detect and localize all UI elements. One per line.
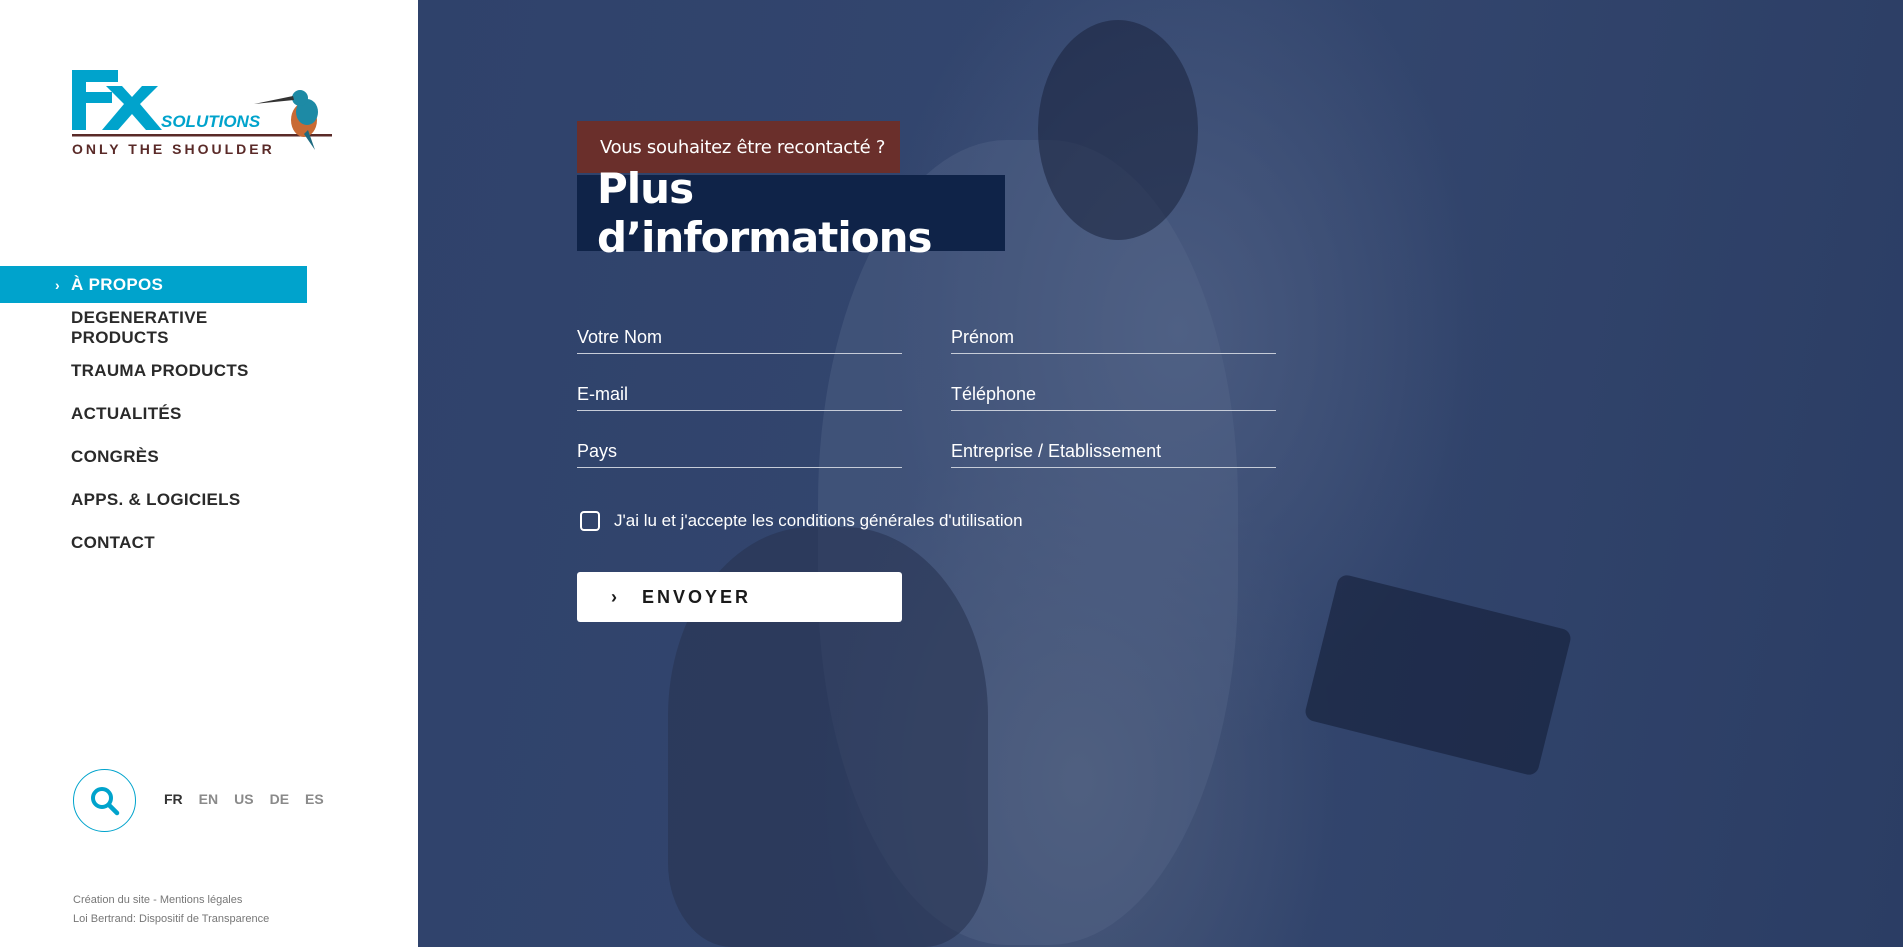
nav-item-a-propos[interactable]: › À PROPOS xyxy=(0,266,307,303)
background-photo-tablet xyxy=(1303,573,1573,777)
nav-item-degenerative-products[interactable]: DEGENERATIVE PRODUCTS xyxy=(0,306,307,349)
nav-label: ACTUALITÉS xyxy=(71,403,182,423)
terms-label: J'ai lu et j'accepte les conditions géné… xyxy=(614,511,1023,530)
svg-text:ONLY THE SHOULDER: ONLY THE SHOULDER xyxy=(72,141,275,157)
company-input[interactable] xyxy=(951,441,1276,462)
nav-label: CONTACT xyxy=(71,532,155,552)
footer: Création du site - Mentions légales Loi … xyxy=(73,891,269,929)
nav-label: À PROPOS xyxy=(71,274,164,294)
name-input[interactable] xyxy=(577,327,902,348)
name-field[interactable] xyxy=(577,324,902,354)
nav-item-congres[interactable]: CONGRÈS xyxy=(0,435,307,478)
search-button[interactable] xyxy=(73,769,136,832)
phone-field[interactable] xyxy=(951,381,1276,411)
svg-text:SOLUTIONS: SOLUTIONS xyxy=(161,112,261,131)
nav-item-trauma-products[interactable]: TRAUMA PRODUCTS xyxy=(0,349,307,392)
email-input[interactable] xyxy=(577,384,902,405)
sidebar: SOLUTIONS ONLY THE SHOULDER › À PROPOS DE… xyxy=(0,0,418,947)
terms-consent[interactable]: J'ai lu et j'accepte les conditions géné… xyxy=(580,511,1023,531)
country-input[interactable] xyxy=(577,441,902,462)
nav-item-contact[interactable]: CONTACT xyxy=(0,521,307,564)
logo[interactable]: SOLUTIONS ONLY THE SHOULDER xyxy=(72,70,336,160)
lang-fr[interactable]: FR xyxy=(164,791,183,807)
nav-label: TRAUMA PRODUCTS xyxy=(71,360,249,380)
nav-label: DEGENERATIVE PRODUCTS xyxy=(71,307,208,347)
footer-legal-link[interactable]: Création du site - Mentions légales xyxy=(73,891,269,910)
nav-item-apps-logiciels[interactable]: APPS. & LOGICIELS xyxy=(0,478,307,521)
lang-de[interactable]: DE xyxy=(270,791,289,807)
footer-transparency-link[interactable]: Loi Bertrand: Dispositif de Transparence xyxy=(73,910,269,929)
submit-label: ENVOYER xyxy=(642,586,752,607)
country-field[interactable] xyxy=(577,438,902,468)
email-field[interactable] xyxy=(577,381,902,411)
nav-label: APPS. & LOGICIELS xyxy=(71,489,241,509)
terms-checkbox[interactable] xyxy=(580,511,600,531)
logo-image: SOLUTIONS ONLY THE SHOULDER xyxy=(72,70,332,157)
submit-button[interactable]: › ENVOYER xyxy=(577,572,902,622)
company-field[interactable] xyxy=(951,438,1276,468)
contact-section: Vous souhaitez être recontacté ? Plus d’… xyxy=(418,0,1903,947)
search-icon xyxy=(90,786,119,815)
phone-input[interactable] xyxy=(951,384,1276,405)
firstname-field[interactable] xyxy=(951,324,1276,354)
background-photo-head xyxy=(1038,20,1198,240)
lang-us[interactable]: US xyxy=(234,791,253,807)
form-title: Plus d’informations xyxy=(577,164,1005,262)
main-nav: › À PROPOS DEGENERATIVE PRODUCTS TRAUMA P… xyxy=(0,266,307,564)
chevron-right-icon: › xyxy=(611,586,620,607)
lang-en[interactable]: EN xyxy=(199,791,218,807)
language-switcher: FR EN US DE ES xyxy=(164,791,324,807)
lang-es[interactable]: ES xyxy=(305,791,324,807)
chevron-right-icon: › xyxy=(55,276,60,293)
nav-label: CONGRÈS xyxy=(71,446,160,466)
firstname-input[interactable] xyxy=(951,327,1276,348)
nav-item-actualites[interactable]: ACTUALITÉS xyxy=(0,392,307,435)
